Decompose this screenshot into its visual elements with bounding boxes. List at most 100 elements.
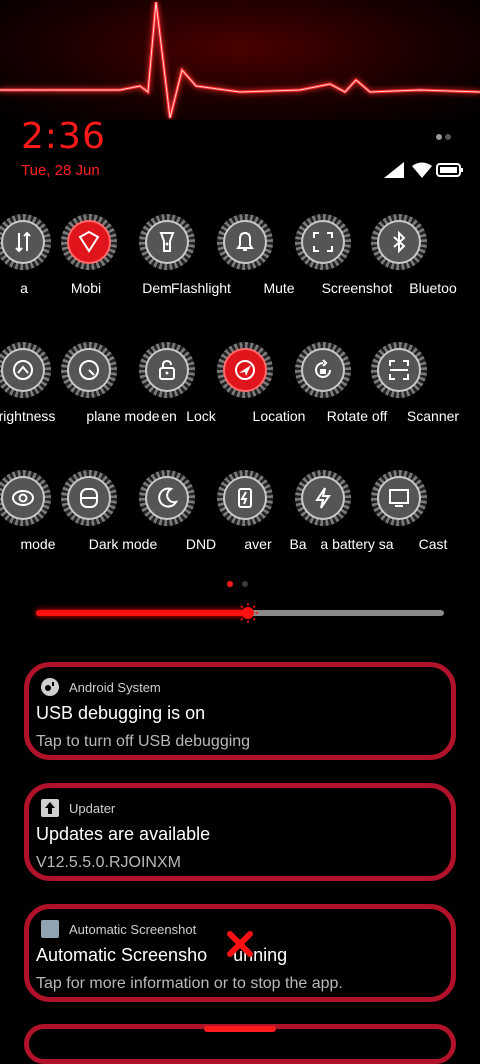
tile-button[interactable] bbox=[1, 476, 45, 520]
tile-toggle-moon-icon[interactable] bbox=[124, 470, 202, 570]
tile-ring bbox=[0, 214, 51, 270]
tile-button[interactable] bbox=[377, 476, 421, 520]
tile-ring bbox=[0, 342, 51, 398]
tile-button[interactable] bbox=[1, 348, 45, 392]
tile-ring bbox=[295, 342, 351, 398]
notification-title: Updates are available bbox=[36, 824, 211, 844]
tile-ring bbox=[217, 470, 273, 526]
tile-button[interactable] bbox=[301, 348, 345, 392]
tile-ring bbox=[139, 342, 195, 398]
tile-label: Cast bbox=[418, 536, 448, 552]
notification-app-name: Automatic Screenshot bbox=[69, 921, 197, 937]
notification-title: USB debugging is on bbox=[36, 703, 206, 723]
tile-label: Flashlight bbox=[171, 280, 231, 296]
tile-toggle-flashlight-icon[interactable] bbox=[124, 214, 202, 314]
notification-app-name: Android System bbox=[69, 679, 161, 695]
tile-toggle-ultra-battery-icon[interactable] bbox=[280, 470, 358, 570]
tile-ring bbox=[371, 342, 427, 398]
tile-button[interactable] bbox=[67, 220, 111, 264]
tile-button[interactable] bbox=[1, 220, 45, 264]
notification-app-row: Android System bbox=[41, 677, 161, 697]
sun-icon[interactable] bbox=[238, 603, 259, 623]
tile-toggle-rotate-lock-icon[interactable] bbox=[280, 342, 358, 442]
status-icons bbox=[384, 162, 464, 180]
tile-toggle-scanner-icon[interactable] bbox=[356, 342, 434, 442]
tile-button[interactable] bbox=[67, 476, 111, 520]
tile-ring bbox=[61, 214, 117, 270]
tile-toggle-cast-icon[interactable] bbox=[356, 470, 434, 570]
tile-label: Scanner bbox=[406, 408, 460, 424]
cast-icon bbox=[389, 489, 409, 507]
eye-icon bbox=[12, 490, 34, 506]
tile-button[interactable] bbox=[377, 348, 421, 392]
tile-ring bbox=[139, 470, 195, 526]
brightness-auto-icon bbox=[13, 360, 33, 380]
clock-date[interactable]: Tue, 28 Jun bbox=[21, 162, 100, 179]
tile-ring bbox=[0, 470, 51, 526]
tile-button[interactable] bbox=[301, 476, 345, 520]
tile-toggle-airplane-mode-icon[interactable] bbox=[46, 342, 124, 442]
location-icon bbox=[235, 360, 255, 380]
brightness-slider[interactable] bbox=[36, 603, 444, 623]
battery-icon bbox=[436, 163, 463, 177]
drag-handle[interactable] bbox=[204, 1026, 276, 1032]
tile-toggle-lock-icon[interactable] bbox=[124, 342, 202, 442]
notification-app-name: Updater bbox=[69, 800, 116, 816]
tile-button[interactable] bbox=[223, 476, 267, 520]
tile-label: Mute bbox=[263, 280, 295, 296]
tile-label: mode bbox=[20, 536, 56, 552]
pager-dot-active bbox=[227, 581, 233, 587]
scanner-icon bbox=[389, 360, 409, 380]
tile-button[interactable] bbox=[145, 476, 189, 520]
brightness-fill bbox=[36, 610, 249, 616]
battery-saver-icon bbox=[238, 488, 252, 508]
wallpaper-heartbeat bbox=[0, 0, 480, 120]
tile-toggle-location-icon[interactable] bbox=[202, 342, 280, 442]
app-square-icon bbox=[41, 920, 59, 938]
upload-arrow-icon bbox=[41, 799, 59, 817]
notification-updater[interactable]: Updater Updates are available V12.5.5.0.… bbox=[24, 783, 456, 881]
lock-icon bbox=[159, 359, 175, 380]
notification-usb-debugging[interactable]: Android System USB debugging is on Tap t… bbox=[24, 662, 456, 760]
ultra-battery-icon bbox=[315, 487, 331, 509]
flashlight-icon bbox=[159, 232, 175, 252]
header-page-indicator bbox=[436, 127, 454, 145]
notification-text: Tap to turn off USB debugging bbox=[36, 733, 251, 750]
tile-label: rightness bbox=[0, 408, 56, 424]
android-system-icon bbox=[41, 678, 59, 696]
tile-button[interactable] bbox=[377, 220, 421, 264]
notification-text: Tap for more information or to stop the … bbox=[36, 975, 343, 992]
tile-label: Rotate off bbox=[326, 408, 388, 424]
tile-label: Screenshot bbox=[321, 280, 393, 296]
tile-toggle-dark-mode-icon[interactable] bbox=[46, 470, 124, 570]
tile-button[interactable] bbox=[223, 220, 267, 264]
moon-icon bbox=[158, 487, 179, 508]
tile-toggle-vpn-shield-icon[interactable] bbox=[46, 214, 124, 314]
tile-button[interactable] bbox=[301, 220, 345, 264]
vpn-shield-icon bbox=[78, 230, 100, 253]
tile-label: Mobi bbox=[70, 280, 102, 296]
clock-time[interactable]: 2:36 bbox=[21, 116, 106, 157]
wifi-icon bbox=[412, 162, 432, 178]
pager-dot bbox=[242, 581, 248, 587]
notification-app-row: Automatic Screenshot bbox=[41, 919, 196, 939]
notification-app-row: Updater bbox=[41, 798, 115, 818]
tile-label: a battery sa bbox=[320, 536, 394, 552]
signal-icon bbox=[384, 162, 404, 178]
tile-button[interactable] bbox=[145, 220, 189, 264]
tile-button[interactable] bbox=[223, 348, 267, 392]
tile-button[interactable] bbox=[67, 348, 111, 392]
heartbeat-line-icon bbox=[0, 1, 480, 119]
mobile-data-icon bbox=[15, 231, 31, 253]
tile-toggle-battery-saver-icon[interactable] bbox=[202, 470, 280, 570]
tile-toggle-bluetooth-icon[interactable] bbox=[356, 214, 434, 314]
tile-button[interactable] bbox=[145, 348, 189, 392]
tile-label: Dark mode bbox=[88, 536, 158, 552]
tile-toggle-screenshot-icon[interactable] bbox=[280, 214, 358, 314]
tile-ring bbox=[295, 214, 351, 270]
bell-icon bbox=[236, 231, 254, 251]
tile-ring bbox=[61, 342, 117, 398]
tile-ring bbox=[139, 214, 195, 270]
tile-toggle-bell-icon[interactable] bbox=[202, 214, 280, 314]
close-icon[interactable] bbox=[226, 930, 254, 958]
